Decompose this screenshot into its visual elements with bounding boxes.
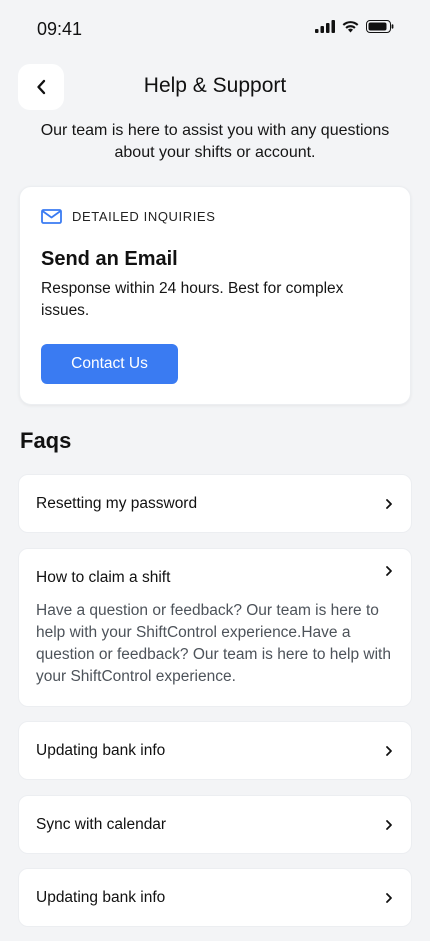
intro-text: Our team is here to assist you with any …	[40, 122, 390, 161]
header: Help & Support	[0, 64, 430, 110]
faq-item-updating-bank-info[interactable]: Updating bank info	[18, 721, 412, 780]
faq-question: Updating bank info	[36, 742, 166, 759]
faq-question: How to claim a shift	[36, 569, 171, 586]
card-title: Send an Email	[41, 248, 178, 270]
wifi-icon	[342, 21, 359, 33]
card-eyebrow-label: DETAILED INQUIRIES	[72, 209, 216, 224]
faq-heading: Faqs	[20, 428, 72, 453]
status-time: 09:41	[37, 19, 83, 39]
mail-icon	[41, 209, 62, 224]
chevron-right-icon	[386, 499, 392, 509]
chevron-right-icon	[386, 746, 392, 756]
faq-item-resetting-password[interactable]: Resetting my password	[18, 474, 412, 533]
status-icons	[315, 20, 394, 33]
card-description: Response within 24 hours. Best for compl…	[41, 280, 344, 319]
status-bar: 09:41	[0, 0, 430, 60]
cellular-signal-icon	[315, 20, 335, 33]
faq-item-claim-shift[interactable]: How to claim a shift Have a question or …	[18, 548, 412, 707]
faq-answer: Have a question or feedback? Our team is…	[36, 602, 391, 685]
faq-question: Updating bank info	[36, 889, 166, 906]
page-title: Help & Support	[143, 74, 287, 97]
faq-question: Sync with calendar	[36, 816, 167, 833]
chevron-right-icon	[386, 893, 392, 903]
chevron-right-icon	[386, 566, 392, 576]
battery-icon	[366, 20, 394, 33]
email-card: DETAILED INQUIRIES Send an Email Respons…	[19, 186, 411, 405]
contact-us-button[interactable]: Contact Us	[41, 344, 178, 384]
faq-question: Resetting my password	[36, 495, 198, 512]
card-eyebrow: DETAILED INQUIRIES	[41, 209, 215, 224]
chevron-right-icon	[386, 820, 392, 830]
faq-item-sync-calendar[interactable]: Sync with calendar	[18, 795, 412, 854]
faq-item-updating-bank-info-2[interactable]: Updating bank info	[18, 868, 412, 927]
